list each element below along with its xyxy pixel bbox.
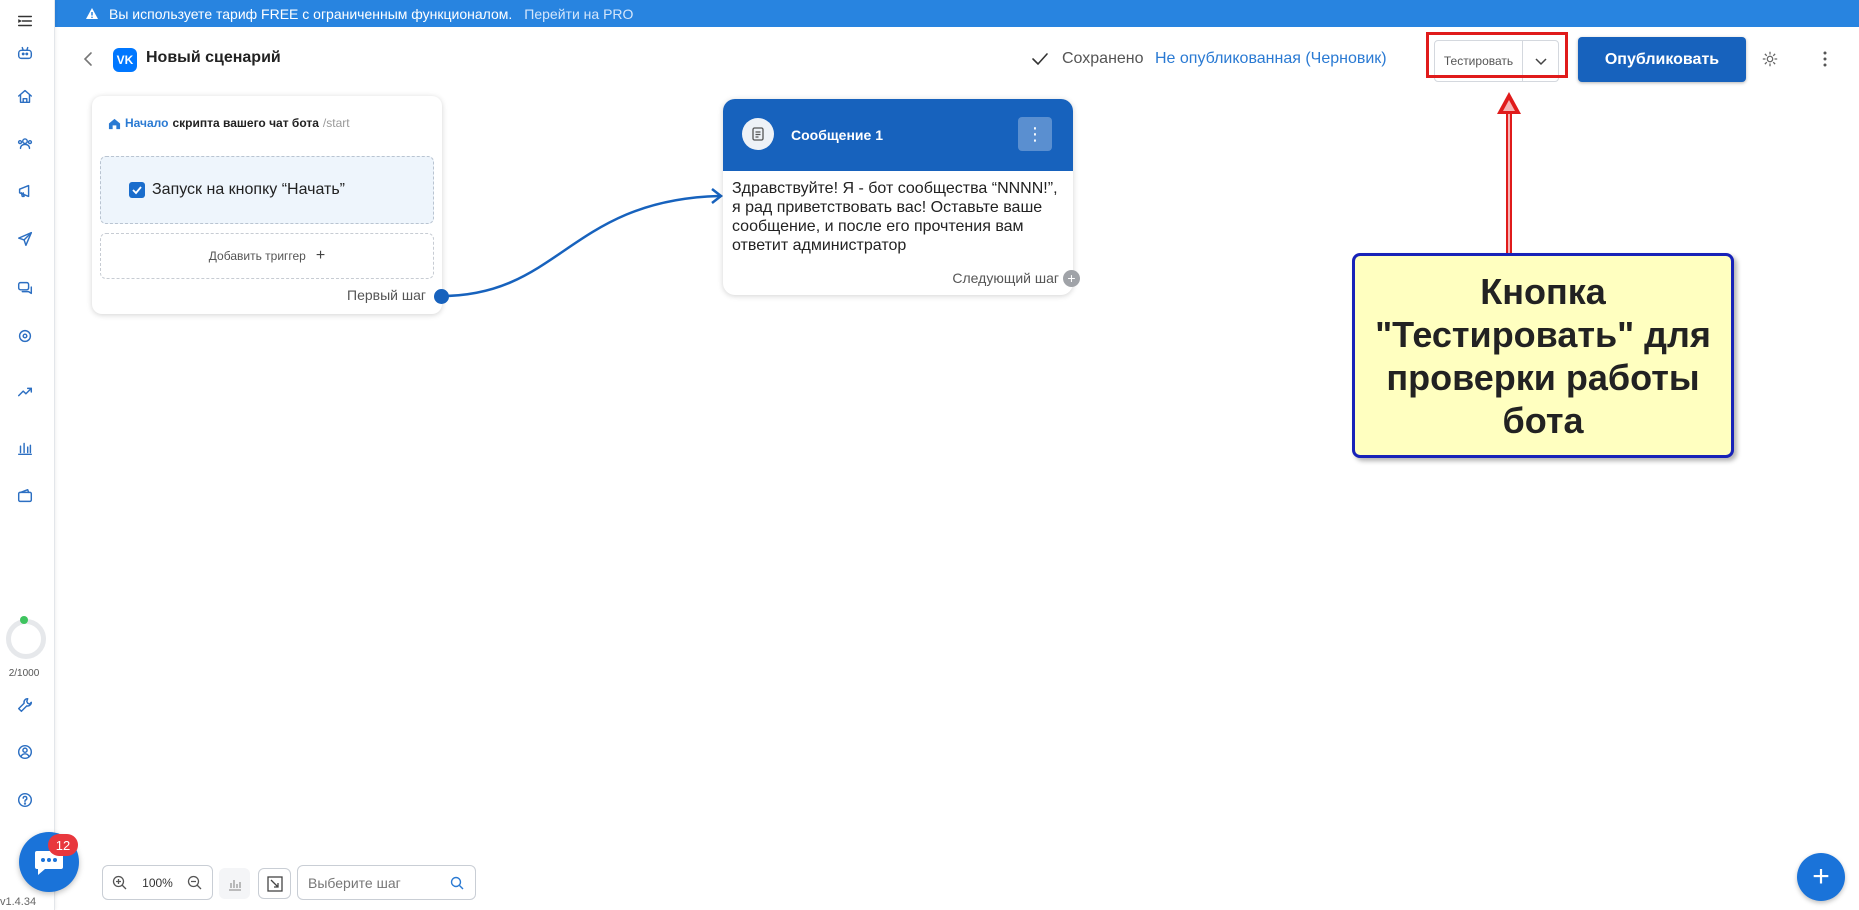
- usage-status-dot: [20, 616, 28, 624]
- next-step-connector[interactable]: +: [1063, 270, 1080, 287]
- chats-icon[interactable]: [14, 277, 36, 299]
- first-step-connector[interactable]: [434, 289, 449, 304]
- stats-icon[interactable]: [14, 437, 36, 459]
- app-version: v1.4.34: [0, 896, 37, 908]
- zoom-out-icon[interactable]: [186, 874, 204, 892]
- broadcast-icon[interactable]: [14, 180, 36, 202]
- zoom-control: 100%: [102, 865, 213, 900]
- message-icon: [742, 118, 774, 150]
- plus-icon: +: [315, 247, 326, 264]
- check-icon: [132, 186, 142, 195]
- search-icon[interactable]: [449, 875, 465, 891]
- message-menu-button[interactable]: ⋮: [1018, 117, 1052, 151]
- chat-unread-badge: 12: [48, 834, 78, 856]
- script-label: скрипта вашего чат бота: [172, 116, 319, 130]
- trigger-item[interactable]: Запуск на кнопку “Начать”: [100, 156, 434, 224]
- home-icon: [108, 118, 121, 129]
- start-node-header: Начало скрипта вашего чат бота /start: [108, 116, 350, 130]
- trigger-label: Запуск на кнопку “Начать”: [152, 181, 345, 198]
- wallet-icon[interactable]: [14, 485, 36, 507]
- message-node-card[interactable]: Сообщение 1 ⋮ Здравствуйте! Я - бот сооб…: [723, 99, 1073, 295]
- step-search-input[interactable]: [308, 874, 438, 891]
- connection-line: [440, 194, 720, 298]
- add-step-button[interactable]: +: [1797, 853, 1845, 901]
- help-icon[interactable]: [14, 789, 36, 811]
- callout-arrow: [1497, 92, 1521, 254]
- stats-toggle-button[interactable]: [219, 868, 250, 899]
- users-icon[interactable]: [14, 132, 36, 154]
- profile-icon[interactable]: [14, 741, 36, 763]
- fit-view-button[interactable]: [258, 868, 291, 899]
- wrench-icon[interactable]: [14, 694, 36, 716]
- usage-count: 2/1000: [8, 668, 40, 679]
- sidebar: 2/1000: [0, 0, 55, 910]
- first-step-label: Первый шаг: [347, 287, 426, 303]
- stats-icon: [228, 879, 241, 891]
- start-label: Начало: [125, 116, 169, 130]
- fit-view-icon: [266, 875, 283, 892]
- zoom-in-icon[interactable]: [111, 874, 129, 892]
- add-trigger-button[interactable]: Добавить триггер +: [100, 233, 434, 279]
- bot-icon[interactable]: [14, 42, 36, 64]
- home-icon[interactable]: [14, 85, 36, 107]
- trigger-checkbox[interactable]: [129, 182, 145, 198]
- menu-icon[interactable]: [14, 10, 36, 32]
- message-title: Сообщение 1: [791, 127, 883, 143]
- trending-icon[interactable]: [14, 381, 36, 403]
- integrations-icon[interactable]: [14, 325, 36, 347]
- start-node-card[interactable]: Начало скрипта вашего чат бота /start За…: [92, 96, 442, 314]
- step-search: [297, 865, 476, 900]
- message-node-header: Сообщение 1 ⋮: [723, 99, 1073, 171]
- start-command: /start: [322, 116, 350, 130]
- message-text: Здравствуйте! Я - бот сообщества “NNNN!”…: [732, 180, 1058, 254]
- send-icon[interactable]: [14, 228, 36, 250]
- next-step-label: Следующий шаг: [952, 270, 1059, 286]
- zoom-level: 100%: [142, 875, 173, 890]
- usage-indicator: [6, 619, 46, 659]
- callout-note: Кнопка "Тестировать" для проверки работы…: [1352, 253, 1734, 458]
- add-trigger-label: Добавить триггер: [208, 249, 306, 263]
